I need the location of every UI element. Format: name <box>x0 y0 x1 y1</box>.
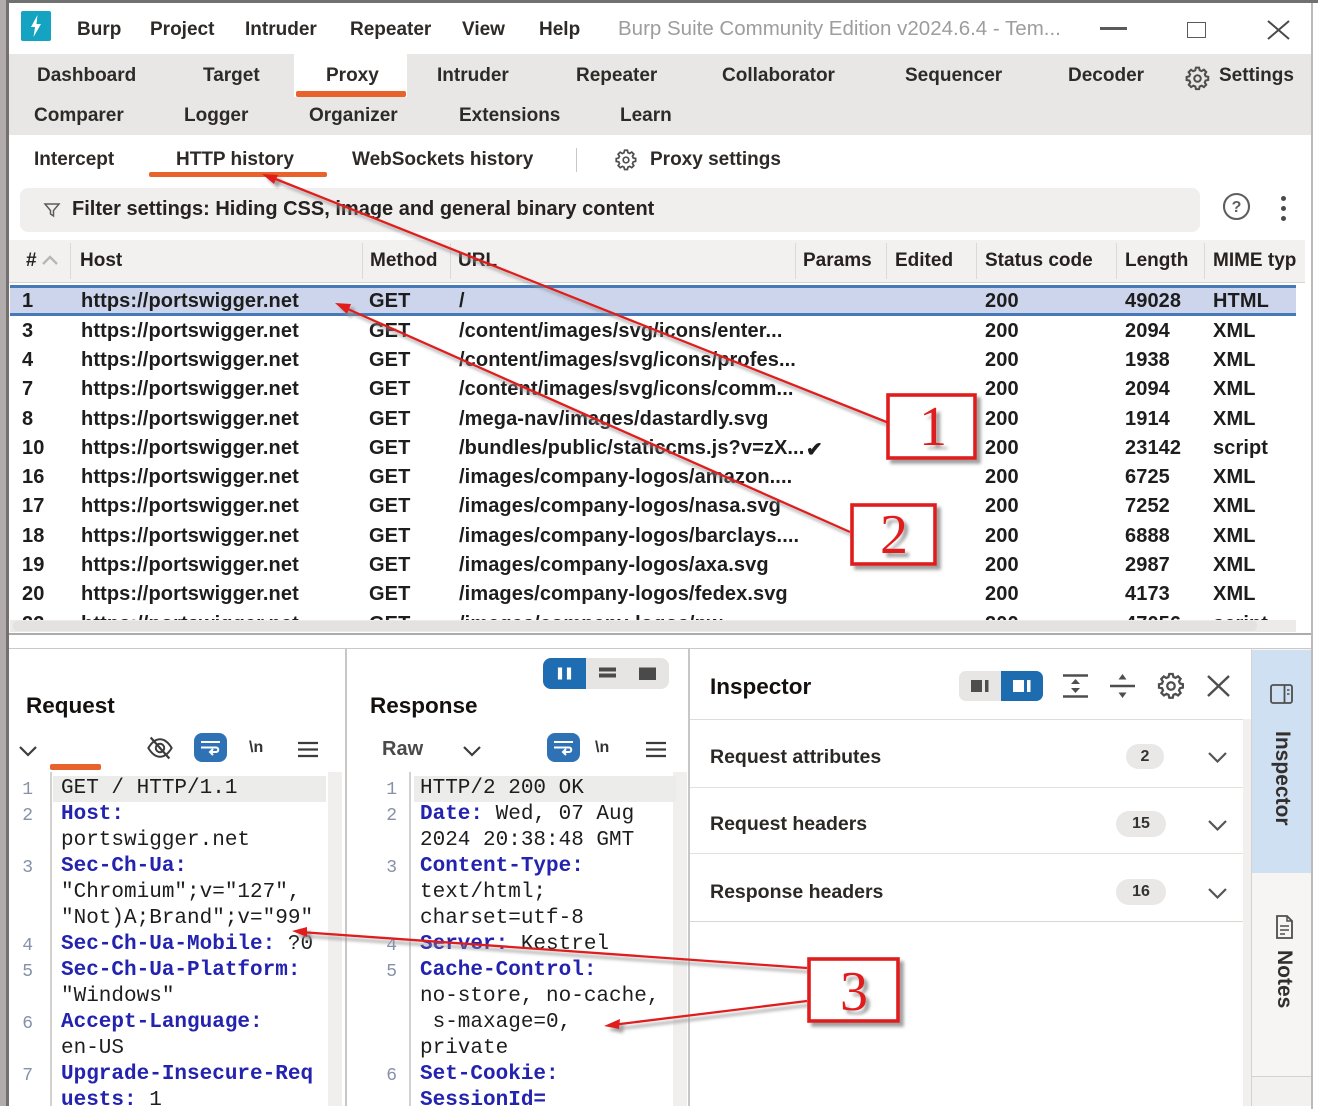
svg-text:2: 2 <box>880 504 908 566</box>
svg-text:3: 3 <box>840 961 868 1023</box>
svg-text:1: 1 <box>919 396 947 458</box>
